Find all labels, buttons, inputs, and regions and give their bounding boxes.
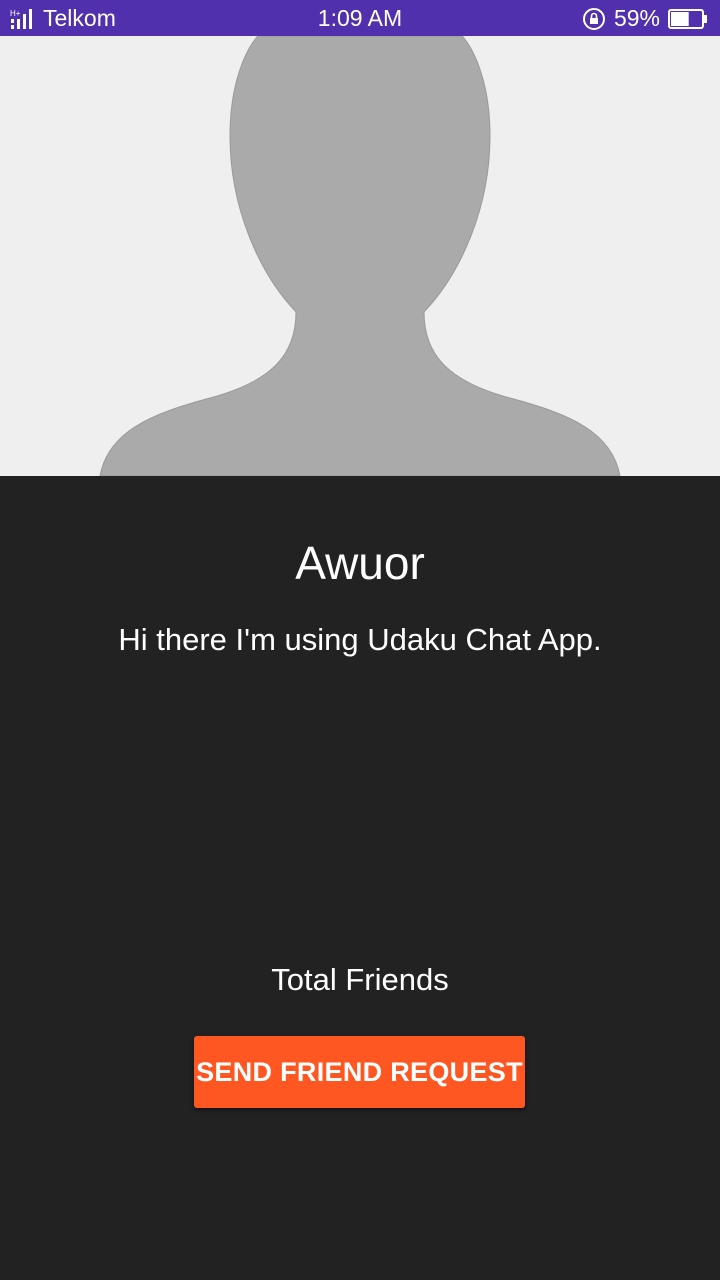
profile-status: Hi there I'm using Udaku Chat App. — [118, 622, 602, 657]
default-avatar-icon — [99, 36, 621, 476]
battery-percent: 59% — [613, 5, 660, 31]
battery-icon — [668, 8, 707, 29]
send-friend-request-button[interactable]: SEND FRIEND REQUEST — [194, 1036, 525, 1108]
total-friends-label: Total Friends — [271, 962, 449, 997]
profile-image[interactable] — [0, 36, 720, 476]
status-bar: H+ Telkom 1:09 AM 59% — [0, 0, 720, 36]
rotation-lock-icon — [582, 7, 605, 30]
profile-screen: H+ Telkom 1:09 AM 59% Awuor Hi there I'm… — [0, 0, 720, 1280]
profile-name: Awuor — [295, 537, 425, 589]
status-bar-right: 59% — [582, 5, 708, 32]
